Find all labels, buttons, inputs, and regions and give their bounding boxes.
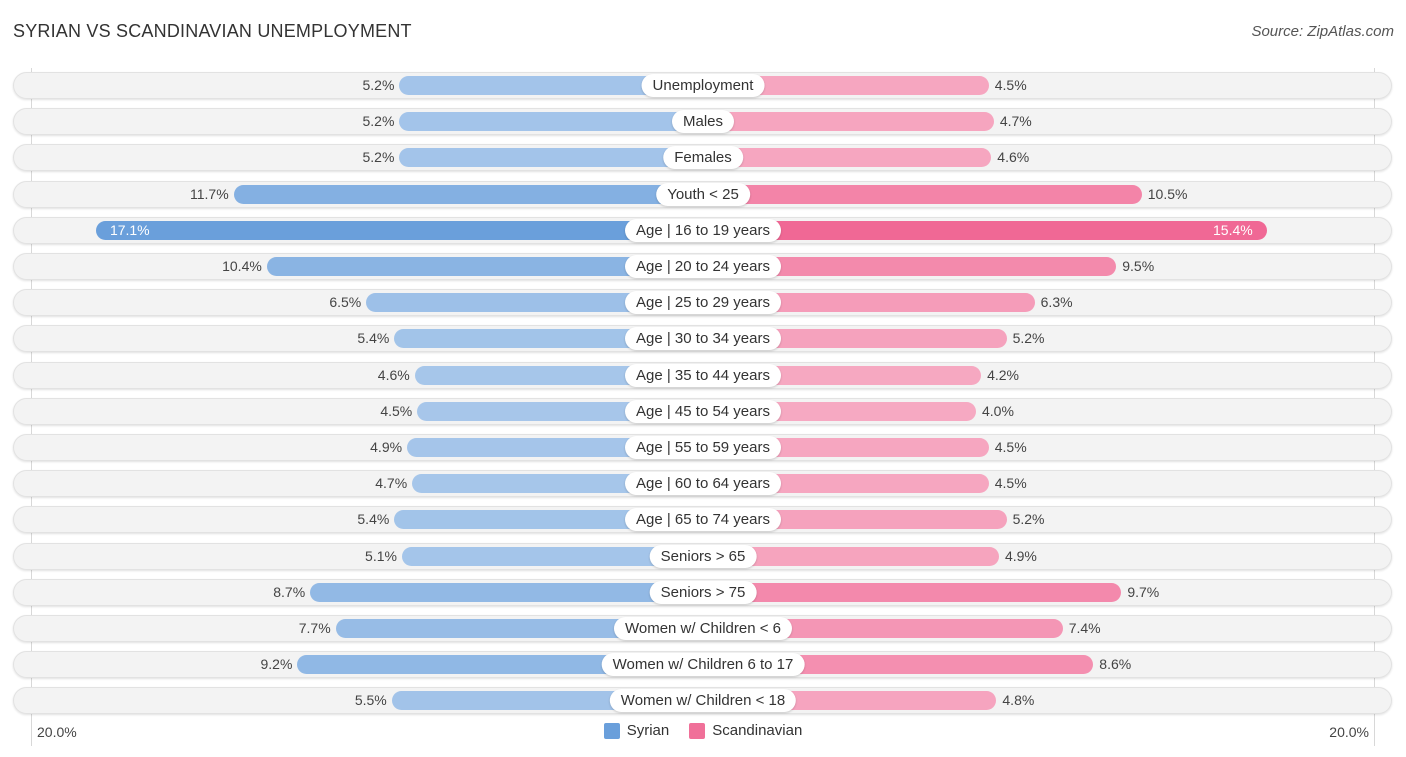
value-label-syrian: 5.4%	[357, 330, 390, 347]
category-label: Age | 30 to 34 years	[625, 327, 781, 351]
value-label-scandinavian: 5.2%	[1012, 511, 1045, 528]
legend-label-scandinavian: Scandinavian	[712, 722, 803, 739]
value-label-scandinavian: 4.9%	[1004, 547, 1037, 564]
category-label: Youth < 25	[656, 182, 750, 206]
category-label: Females	[663, 146, 743, 170]
value-label-syrian: 9.2%	[260, 656, 293, 673]
bar-syrian[interactable]	[399, 148, 703, 168]
value-label-syrian: 10.4%	[222, 258, 262, 274]
category-label: Age | 65 to 74 years	[625, 508, 781, 532]
value-label-scandinavian: 9.5%	[1122, 258, 1155, 274]
category-label: Age | 45 to 54 years	[625, 399, 781, 423]
bar-syrian[interactable]	[310, 582, 703, 602]
category-label: Seniors > 75	[649, 580, 757, 604]
value-label-syrian: 5.2%	[362, 149, 395, 166]
value-label-syrian: 7.7%	[298, 620, 331, 636]
value-label-scandinavian: 4.6%	[997, 149, 1030, 166]
value-label-syrian: 4.5%	[380, 402, 413, 419]
bar-scandinavian[interactable]	[703, 148, 992, 168]
value-label-scandinavian: 5.2%	[1012, 330, 1045, 347]
bar-syrian[interactable]	[95, 220, 703, 240]
category-label: Women w/ Children < 6	[613, 617, 793, 640]
category-label: Age | 16 to 19 years	[625, 218, 781, 242]
value-label-scandinavian: 10.5%	[1147, 185, 1188, 202]
value-label-scandinavian: 4.0%	[982, 402, 1014, 419]
value-label-scandinavian: 4.5%	[994, 77, 1027, 93]
category-label: Age | 60 to 64 years	[625, 472, 781, 496]
category-label: Males	[671, 110, 735, 134]
value-label-scandinavian: 4.5%	[994, 439, 1027, 455]
category-label: Women w/ Children 6 to 17	[601, 653, 805, 677]
diverging-bar-chart: 5.2% 4.5% Unemployment 5.2% 4.7% Males 5.2% 4.6…	[0, 0, 1406, 757]
value-label-syrian: 5.2%	[362, 77, 395, 93]
value-label-syrian: 5.5%	[354, 692, 387, 709]
value-label-scandinavian: 9.7%	[1127, 583, 1160, 600]
value-label-syrian: 4.9%	[370, 439, 403, 455]
value-label-syrian: 17.1%	[109, 221, 150, 238]
value-label-syrian: 5.4%	[357, 511, 390, 528]
value-label-scandinavian: 15.4%	[1213, 221, 1253, 238]
value-label-scandinavian: 7.4%	[1068, 620, 1101, 636]
value-label-syrian: 4.7%	[375, 475, 408, 492]
value-label-scandinavian: 6.3%	[1040, 294, 1073, 311]
value-label-scandinavian: 8.6%	[1099, 656, 1132, 673]
bar-syrian[interactable]	[399, 112, 703, 132]
value-label-syrian: 8.7%	[273, 583, 306, 600]
value-label-scandinavian: 4.7%	[999, 113, 1032, 130]
legend-swatch-syrian	[603, 722, 620, 739]
value-label-syrian: 5.1%	[365, 547, 397, 564]
value-label-scandinavian: 4.2%	[987, 366, 1020, 383]
category-label: Women w/ Children < 18	[609, 689, 797, 713]
bar-syrian[interactable]	[233, 184, 703, 204]
category-label: Age | 25 to 29 years	[625, 291, 781, 315]
legend-swatch-scandinavian	[689, 722, 706, 739]
bar-scandinavian[interactable]	[703, 220, 1267, 240]
category-label: Age | 35 to 44 years	[625, 363, 781, 387]
value-label-scandinavian: 4.5%	[994, 475, 1027, 492]
bar-scandinavian[interactable]	[703, 112, 994, 132]
legend-label-syrian: Syrian	[626, 722, 670, 739]
category-label: Age | 55 to 59 years	[625, 436, 781, 459]
legend-item-scandinavian[interactable]: Scandinavian	[689, 722, 802, 739]
legend: Syrian Scandinavian	[0, 722, 1406, 739]
category-label: Seniors > 65	[649, 544, 757, 568]
value-label-syrian: 4.6%	[377, 366, 410, 383]
category-label: Age | 20 to 24 years	[625, 255, 781, 278]
category-label: Unemployment	[641, 74, 765, 97]
bar-scandinavian[interactable]	[703, 582, 1122, 602]
value-label-scandinavian: 4.8%	[1002, 692, 1035, 709]
value-label-syrian: 11.7%	[189, 185, 229, 202]
legend-item-syrian[interactable]: Syrian	[603, 722, 670, 739]
value-label-syrian: 6.5%	[329, 294, 362, 311]
value-label-syrian: 5.2%	[362, 113, 395, 130]
bar-scandinavian[interactable]	[703, 184, 1142, 204]
